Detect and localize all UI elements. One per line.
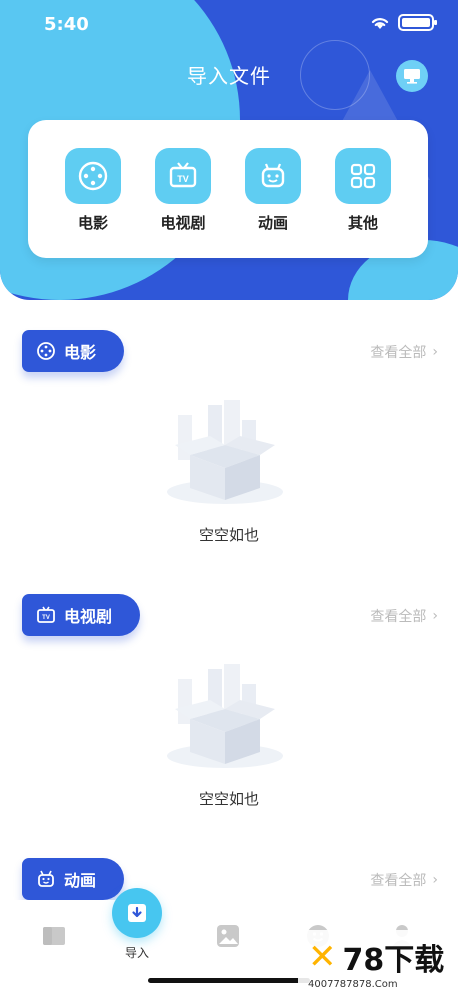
- section-tag: TV 电视剧: [22, 594, 141, 636]
- tab-import[interactable]: [112, 888, 162, 938]
- section-title: 动画: [64, 871, 97, 890]
- x-logo-icon: ✕: [308, 936, 337, 977]
- section-tag: 电影: [22, 330, 125, 372]
- category-card: 电影 TV 电视剧 动画 其他: [28, 120, 428, 258]
- empty-box-illustration: [167, 664, 283, 768]
- chevron-right-icon: ›: [432, 608, 438, 624]
- view-all-label: 查看全部: [370, 873, 427, 889]
- folder-icon: [43, 927, 65, 945]
- category-tv[interactable]: TV 电视剧: [148, 148, 218, 233]
- download-icon: [128, 904, 146, 922]
- tv-icon: TV: [155, 148, 211, 204]
- category-animation[interactable]: 动画: [238, 148, 308, 233]
- wifi-icon: [371, 17, 389, 29]
- section-title: 电影: [64, 343, 97, 362]
- category-label: 动画: [257, 214, 288, 232]
- category-movie[interactable]: 电影: [58, 148, 128, 233]
- empty-state-text: 空空如也: [198, 790, 259, 808]
- tv-icon: TV: [37, 606, 55, 623]
- watermark-brand: 78下载: [342, 942, 445, 978]
- view-all-link[interactable]: 查看全部 ›: [370, 342, 438, 362]
- watermark-logo: ✕ 78下载 4007787878.Com: [298, 930, 458, 994]
- home-indicator: [148, 978, 310, 983]
- empty-box-illustration: [167, 400, 283, 504]
- film-reel-icon: [37, 342, 55, 360]
- svg-text:TV: TV: [177, 174, 189, 184]
- film-reel-icon: [65, 148, 121, 204]
- page-title: 导入文件: [187, 64, 271, 88]
- image-icon: [217, 925, 239, 947]
- cartoon-robot-icon: [38, 870, 54, 887]
- chevron-right-icon: ›: [432, 872, 438, 888]
- tab-photos[interactable]: [208, 916, 248, 956]
- section-tag: 动画: [22, 858, 125, 900]
- chevron-right-icon: ›: [432, 344, 438, 360]
- watermark-url: 4007787878.Com: [308, 978, 398, 990]
- empty-state-text: 空空如也: [198, 526, 259, 544]
- svg-text:TV: TV: [42, 615, 50, 621]
- monitor-icon: [404, 69, 420, 84]
- view-all-label: 查看全部: [370, 345, 427, 361]
- category-label: 电视剧: [160, 214, 206, 232]
- section-title: 电视剧: [64, 607, 113, 626]
- view-all-link[interactable]: 查看全部 ›: [370, 606, 438, 626]
- cartoon-robot-icon: [245, 148, 301, 204]
- tab-import-label: 导入: [124, 946, 149, 960]
- grid-icon: [335, 148, 391, 204]
- tab-files[interactable]: [34, 916, 74, 956]
- category-label: 电影: [77, 214, 108, 232]
- category-other[interactable]: 其他: [328, 148, 398, 233]
- screen-cast-button[interactable]: [396, 60, 428, 92]
- view-all-label: 查看全部: [370, 609, 427, 625]
- status-time: 5:40: [44, 14, 89, 35]
- category-label: 其他: [347, 214, 378, 232]
- battery-icon: [398, 14, 437, 31]
- status-icons: [370, 14, 437, 31]
- header-banner: 5:40 导入文件 电影 TV 电视剧 动画 其他: [0, 0, 458, 300]
- view-all-link[interactable]: 查看全部 ›: [370, 870, 438, 890]
